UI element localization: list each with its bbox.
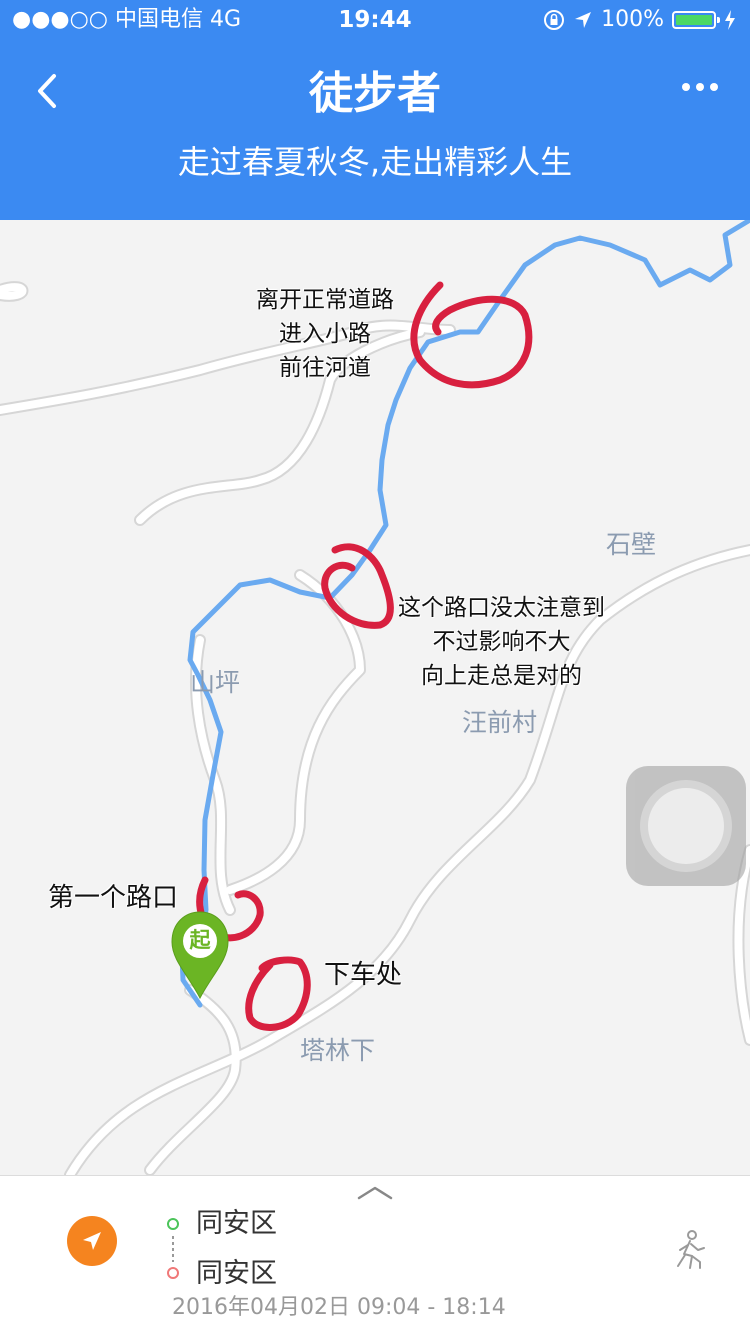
more-dots-icon [682, 83, 718, 91]
start-location: 同安区 [196, 1208, 277, 1239]
expand-panel-button[interactable] [355, 1182, 395, 1204]
place-label-shibi: 石壁 [606, 530, 657, 559]
annotation-first-turn: 第一个路口 [48, 883, 179, 913]
end-location: 同安区 [196, 1258, 277, 1289]
end-point-icon [167, 1267, 179, 1279]
status-right: 100% [543, 6, 736, 34]
rotation-lock-icon [544, 10, 565, 30]
annotation-top-line: 离开正常道路 [256, 287, 394, 313]
app-header: ●●●○○ 中国电信 4G 19:44 100% 徒步者 走过春夏秋冬,走出精彩… [0, 0, 750, 220]
route-map[interactable]: 起 石壁 山坪 汪前村 塔林下 离开正常道路 进入小路 前往河道 这个路口没太注… [0, 220, 750, 1175]
annotation-dropoff: 下车处 [324, 960, 403, 990]
walking-person-icon [677, 1230, 705, 1269]
time-range: 2016年04月02日 09:04 - 18:14 [172, 1295, 506, 1320]
place-label-talinxia: 塔林下 [300, 1036, 376, 1065]
battery-level [676, 15, 712, 25]
assistive-touch-icon [648, 788, 724, 864]
annotation-middle-line: 向上走总是对的 [421, 663, 582, 689]
annotation-top: 离开正常道路 进入小路 前往河道 [256, 283, 394, 385]
location-arrow-icon [575, 12, 592, 28]
annotation-top-line: 进入小路 [279, 321, 371, 347]
charging-bolt-icon [725, 10, 735, 30]
annotation-top-line: 前往河道 [279, 355, 371, 381]
status-bar: ●●●○○ 中国电信 4G 19:44 100% [0, 0, 750, 40]
page-subtitle: 走过春夏秋冬,走出精彩人生 [177, 143, 573, 181]
start-marker [171, 911, 229, 1000]
annotation-middle-line: 这个路口没太注意到 [398, 595, 605, 621]
annotation-middle: 这个路口没太注意到 不过影响不大 向上走总是对的 [398, 591, 605, 693]
route-summary-panel: 同安区 同安区 2016年04月02日 09:04 - 18:14 [0, 1175, 750, 1335]
battery-icon [672, 11, 720, 29]
chevron-up-icon [357, 1186, 393, 1200]
navigate-button[interactable] [67, 1216, 117, 1266]
battery-tip [717, 17, 720, 23]
annotation-middle-line: 不过影响不大 [432, 629, 571, 655]
battery-percent: 100% [601, 7, 664, 32]
page-title: 徒步者 [309, 68, 441, 119]
navigation-arrow-icon [83, 1232, 101, 1250]
circle-dropoff [245, 956, 311, 1031]
walking-mode-button[interactable] [670, 1228, 710, 1272]
place-label-wangqiancun: 汪前村 [462, 708, 538, 737]
start-marker-label: 起 [189, 928, 211, 952]
place-label-shanping: 山坪 [190, 668, 241, 697]
start-point-icon [167, 1218, 179, 1230]
more-button[interactable] [680, 72, 720, 102]
floating-assistive-button[interactable] [626, 766, 746, 886]
route-connector [172, 1236, 174, 1262]
